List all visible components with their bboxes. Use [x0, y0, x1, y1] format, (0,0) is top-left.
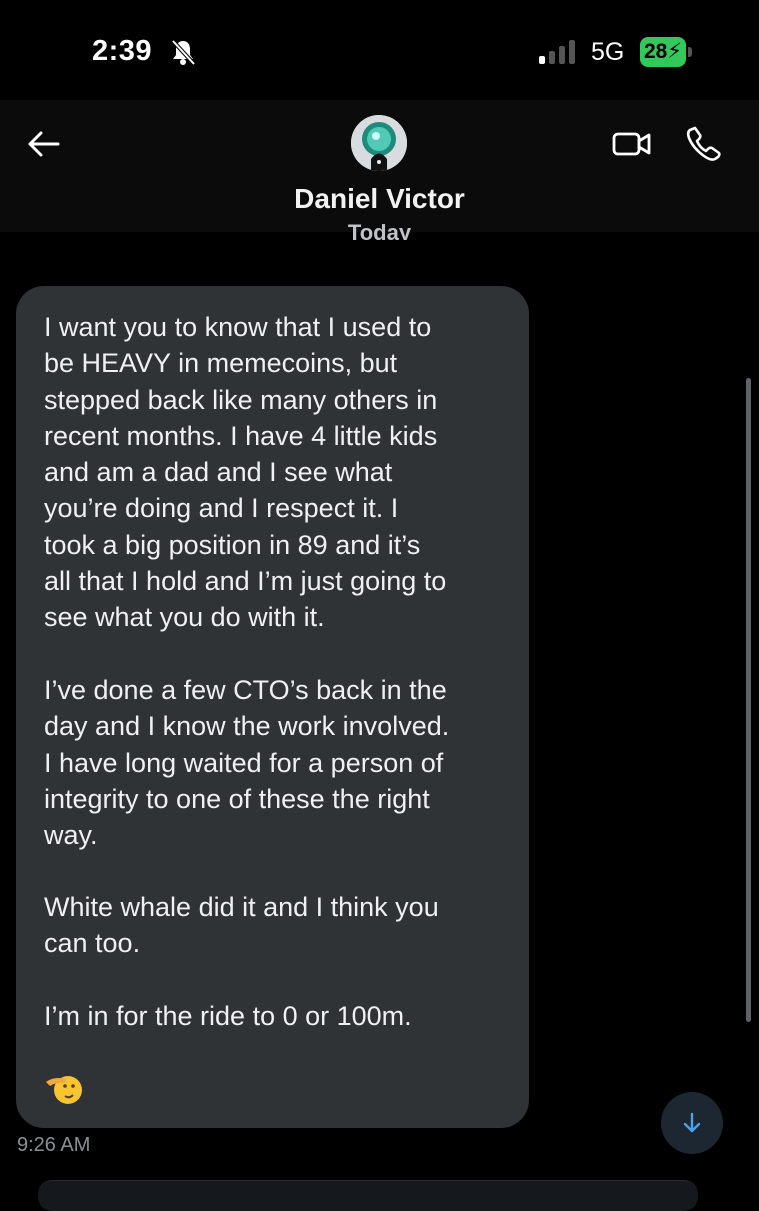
bell-slash-icon: [171, 39, 196, 66]
avatar-image: [351, 115, 407, 171]
video-call-icon[interactable]: [612, 127, 652, 161]
date-separator: Today: [0, 212, 759, 240]
status-time: 2:39: [92, 35, 153, 67]
back-arrow-icon[interactable]: [26, 126, 62, 162]
network-type: 5G: [591, 38, 625, 66]
message-paragraph: I’m in for the ride to 0 or 100m.: [44, 1001, 412, 1031]
scrollbar[interactable]: [746, 378, 751, 1022]
saluting-face-icon: [46, 1076, 82, 1104]
message-paragraph: I’ve done a few CTO’s back in the day an…: [44, 675, 450, 851]
message-composer[interactable]: [38, 1180, 698, 1211]
contact-name[interactable]: Daniel Victor: [0, 183, 759, 215]
avatar[interactable]: [351, 115, 407, 171]
cellular-signal-icon: [539, 40, 575, 64]
date-separator-label: Today: [347, 220, 412, 240]
phone-call-icon[interactable]: [686, 125, 722, 161]
status-bar: 2:39 5G 28⚡: [0, 0, 759, 100]
battery-icon: 28⚡: [640, 37, 694, 67]
message-timestamp: 9:26 AM: [17, 1134, 91, 1156]
message-paragraph: I want you to know that I used to be HEA…: [44, 312, 447, 633]
message-paragraph: White whale did it and I think you can t…: [44, 892, 439, 959]
scroll-to-bottom-button[interactable]: [661, 1092, 723, 1154]
battery-level: 28: [643, 40, 668, 63]
arrow-down-icon: [683, 1112, 701, 1133]
